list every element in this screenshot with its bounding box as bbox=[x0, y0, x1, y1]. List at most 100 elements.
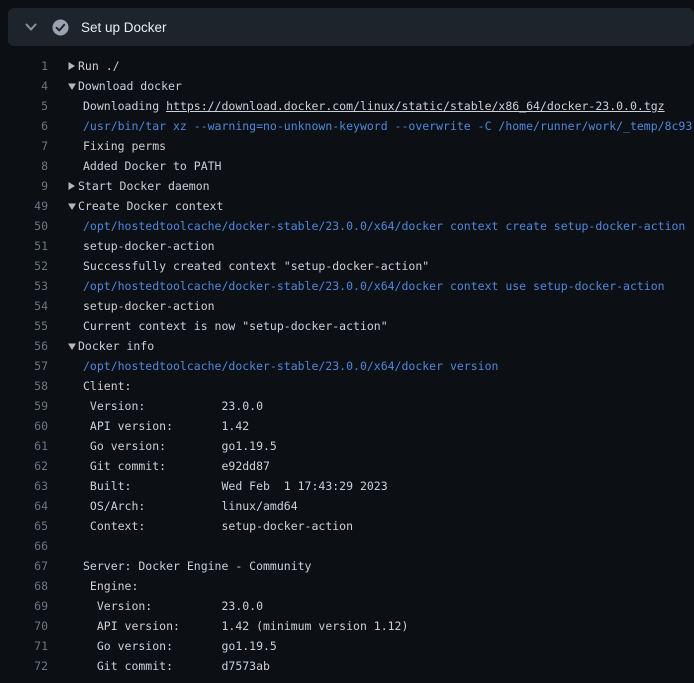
log-line: 66 bbox=[0, 536, 694, 556]
log-line: 70 API version: 1.42 (minimum version 1.… bbox=[0, 616, 694, 636]
log-text: API version: 1.42 bbox=[83, 416, 249, 436]
log-text-prefix: Downloading bbox=[83, 99, 166, 113]
log-line: 55 Current context is now "setup-docker-a… bbox=[0, 316, 694, 336]
line-number[interactable]: 63 bbox=[0, 476, 48, 496]
log-text: Engine: bbox=[83, 576, 138, 596]
line-number[interactable]: 8 bbox=[0, 156, 48, 176]
download-url-link[interactable]: https://download.docker.com/linux/static… bbox=[166, 99, 665, 113]
line-number[interactable]: 50 bbox=[0, 216, 48, 236]
log-line: 7 Fixing perms bbox=[0, 136, 694, 156]
log-text: Version: 23.0.0 bbox=[83, 396, 263, 416]
log-text: Fixing perms bbox=[83, 136, 166, 156]
line-number[interactable]: 69 bbox=[0, 596, 48, 616]
log-line: 62 Git commit: e92dd87 bbox=[0, 456, 694, 476]
log-text: Go version: go1.19.5 bbox=[83, 436, 277, 456]
group-title: Run ./ bbox=[78, 56, 120, 76]
log-text: Added Docker to PATH bbox=[83, 156, 221, 176]
log-group-row[interactable]: 4 Download docker bbox=[0, 76, 694, 96]
log-command-text: /opt/hostedtoolcache/docker-stable/23.0.… bbox=[83, 356, 498, 376]
line-number[interactable]: 1 bbox=[0, 56, 48, 76]
log-line: 67 Server: Docker Engine - Community bbox=[0, 556, 694, 576]
log-line: 5 Downloading https://download.docker.com… bbox=[0, 96, 694, 116]
group-title: Docker info bbox=[78, 336, 154, 356]
line-number[interactable]: 59 bbox=[0, 396, 48, 416]
log-text: Server: Docker Engine - Community bbox=[83, 556, 311, 576]
log-viewer: Set up Docker 1 Run ./ 4 Download docker 5 Do… bbox=[0, 0, 694, 683]
line-number[interactable]: 70 bbox=[0, 616, 48, 636]
log-line: 61 Go version: go1.19.5 bbox=[0, 436, 694, 456]
log-line: 69 Version: 23.0.0 bbox=[0, 596, 694, 616]
log-text: Successfully created context "setup-dock… bbox=[83, 256, 429, 276]
line-number[interactable]: 72 bbox=[0, 656, 48, 676]
log-text: setup-docker-action bbox=[83, 236, 215, 256]
log-text: Built: Wed Feb 1 17:43:29 2023 bbox=[83, 476, 388, 496]
log-text: Git commit: e92dd87 bbox=[83, 456, 270, 476]
line-number[interactable]: 7 bbox=[0, 136, 48, 156]
log-text: API version: 1.42 (minimum version 1.12) bbox=[83, 616, 408, 636]
line-number[interactable]: 64 bbox=[0, 496, 48, 516]
log-text: Client: bbox=[83, 376, 131, 396]
line-number[interactable]: 65 bbox=[0, 516, 48, 536]
line-number[interactable]: 68 bbox=[0, 576, 48, 596]
line-number[interactable]: 67 bbox=[0, 556, 48, 576]
step-header-set-up-docker[interactable]: Set up Docker bbox=[8, 8, 694, 46]
log-command-text: /opt/hostedtoolcache/docker-stable/23.0.… bbox=[83, 276, 665, 296]
group-title: Download docker bbox=[78, 76, 182, 96]
line-number[interactable]: 6 bbox=[0, 116, 48, 136]
line-number[interactable]: 5 bbox=[0, 96, 48, 116]
line-number[interactable]: 55 bbox=[0, 316, 48, 336]
chevron-down-icon[interactable] bbox=[24, 20, 38, 34]
line-number[interactable]: 62 bbox=[0, 456, 48, 476]
log-line: 65 Context: setup-docker-action bbox=[0, 516, 694, 536]
group-title: Start Docker daemon bbox=[78, 176, 210, 196]
log-line: 8 Added Docker to PATH bbox=[0, 156, 694, 176]
log-lines-container: 1 Run ./ 4 Download docker 5 Downloading http… bbox=[0, 46, 694, 676]
line-number[interactable]: 53 bbox=[0, 276, 48, 296]
log-line: 58 Client: bbox=[0, 376, 694, 396]
line-number[interactable]: 66 bbox=[0, 536, 48, 556]
triangle-down-icon bbox=[67, 342, 78, 351]
triangle-down-icon bbox=[67, 202, 78, 211]
step-title: Set up Docker bbox=[81, 20, 167, 35]
triangle-right-icon bbox=[67, 61, 78, 71]
line-number[interactable]: 58 bbox=[0, 376, 48, 396]
log-group-row[interactable]: 1 Run ./ bbox=[0, 56, 694, 76]
log-line: 54 setup-docker-action bbox=[0, 296, 694, 316]
line-number[interactable]: 9 bbox=[0, 176, 48, 196]
log-line: 57/opt/hostedtoolcache/docker-stable/23.… bbox=[0, 356, 694, 376]
line-number[interactable]: 56 bbox=[0, 336, 48, 356]
log-text: Git commit: d7573ab bbox=[83, 656, 270, 676]
triangle-right-icon bbox=[67, 181, 78, 191]
log-line: 50/opt/hostedtoolcache/docker-stable/23.… bbox=[0, 216, 694, 236]
line-number[interactable]: 51 bbox=[0, 236, 48, 256]
log-line: 63 Built: Wed Feb 1 17:43:29 2023 bbox=[0, 476, 694, 496]
log-line: 6/usr/bin/tar xz --warning=no-unknown-ke… bbox=[0, 116, 694, 136]
line-number[interactable]: 4 bbox=[0, 76, 48, 96]
log-group-row[interactable]: 9 Start Docker daemon bbox=[0, 176, 694, 196]
line-number[interactable]: 61 bbox=[0, 436, 48, 456]
line-number[interactable]: 57 bbox=[0, 356, 48, 376]
log-line: 52 Successfully created context "setup-do… bbox=[0, 256, 694, 276]
group-title: Create Docker context bbox=[78, 196, 223, 216]
log-group-row[interactable]: 56 Docker info bbox=[0, 336, 694, 356]
log-line: 72 Git commit: d7573ab bbox=[0, 656, 694, 676]
line-number[interactable]: 60 bbox=[0, 416, 48, 436]
log-text: Current context is now "setup-docker-act… bbox=[83, 316, 388, 336]
log-text: OS/Arch: linux/amd64 bbox=[83, 496, 298, 516]
line-number[interactable]: 49 bbox=[0, 196, 48, 216]
log-command-text: /opt/hostedtoolcache/docker-stable/23.0.… bbox=[83, 216, 685, 236]
log-group-row[interactable]: 49 Create Docker context bbox=[0, 196, 694, 216]
line-number[interactable]: 54 bbox=[0, 296, 48, 316]
log-line: 59 Version: 23.0.0 bbox=[0, 396, 694, 416]
line-number[interactable]: 52 bbox=[0, 256, 48, 276]
log-text: Version: 23.0.0 bbox=[83, 596, 263, 616]
log-text: Downloading https://download.docker.com/… bbox=[83, 96, 665, 116]
log-text: Go version: go1.19.5 bbox=[83, 636, 277, 656]
log-line: 71 Go version: go1.19.5 bbox=[0, 636, 694, 656]
triangle-down-icon bbox=[67, 82, 78, 91]
log-text: setup-docker-action bbox=[83, 296, 215, 316]
line-number[interactable]: 71 bbox=[0, 636, 48, 656]
log-line: 64 OS/Arch: linux/amd64 bbox=[0, 496, 694, 516]
check-success-icon bbox=[52, 19, 69, 36]
log-command-text: /usr/bin/tar xz --warning=no-unknown-key… bbox=[83, 116, 692, 136]
